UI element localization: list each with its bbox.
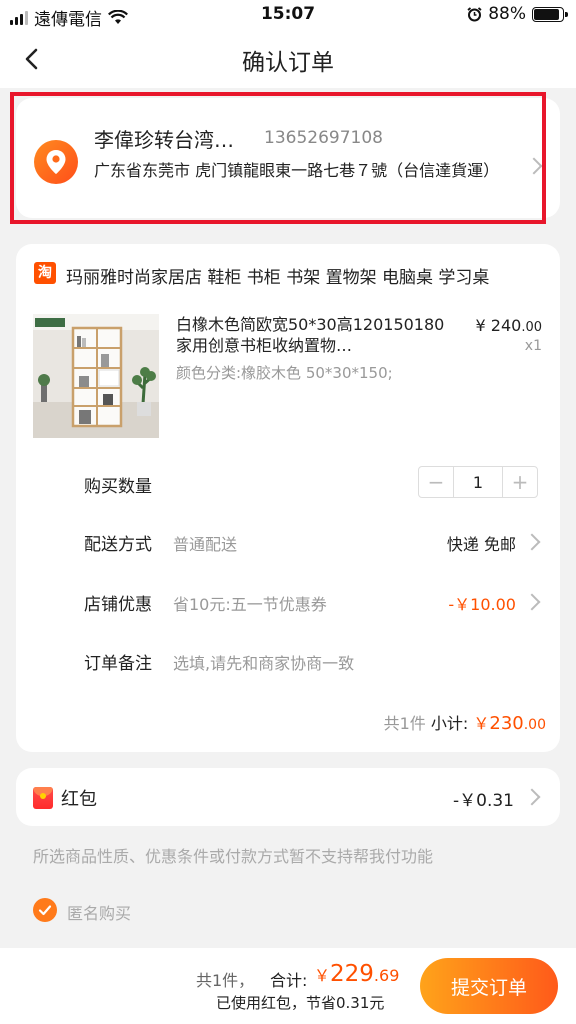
taobao-icon: 淘 [34,262,56,284]
subtotal-decimal: .00 [523,717,546,733]
product-quantity: x1 [524,338,542,354]
price-currency: ¥ [475,316,486,335]
chevron-right-icon [525,157,543,175]
recipient-phone: 13652697108 [264,128,383,148]
product-image[interactable] [33,314,159,438]
total-integer: 229 [330,961,374,987]
subtotal-label: 小计: [430,714,469,733]
delivery-method: 普通配送 [173,535,238,554]
remark-input[interactable]: 选填,请先和商家协商一致 [173,650,354,674]
increase-button[interactable]: + [503,467,537,497]
recipient-name: 李偉珍转台湾… [94,128,234,152]
coupon-description: 省10元:五一节优惠券 [173,595,327,614]
battery-percent: 88% [488,4,526,24]
alarm-icon [467,6,482,21]
red-packet-label: 红包 [61,789,97,810]
price-decimal: .00 [521,320,542,335]
subtotal: 共1件 小计: ￥230.00 [384,710,546,734]
subtotal-currency: ￥ [473,714,490,733]
status-bar: 遠傳電信 15:07 88% [0,0,576,30]
page-title: 确认订单 [242,50,334,76]
coupon-label: 店铺优惠 [84,595,152,615]
address-card[interactable]: 李偉珍转台湾… 13652697108 广东省东莞市 虎门镇龍眼東一路七巷７號（… [16,98,560,218]
subtotal-count: 共1件 [383,714,426,733]
anonymous-checkbox[interactable] [33,898,57,922]
savings-note: 已使用红包，节省0.31元 [216,994,385,1012]
product-price: ¥ 240.00 [475,316,542,335]
location-pin-icon [34,140,78,184]
battery-icon [532,6,568,22]
total-amount: ￥229.69 [314,961,399,987]
quantity-value[interactable]: 1 [453,467,503,497]
delivery-option: 快递 免邮 [446,535,516,554]
bookshelf-image [33,314,159,438]
anonymous-label: 匿名购买 [67,904,132,923]
nav-bar: 确认订单 [0,30,576,88]
red-packet-icon [33,787,53,809]
total-label: 合计: [270,971,308,990]
order-card: 淘 玛丽雅时尚家居店 鞋柜 书柜 书架 置物架 电脑桌 学习桌 白橡木色简欧宽5… [16,244,560,752]
status-right: 88% [467,4,568,24]
submit-order-button[interactable]: 提交订单 [420,958,558,1014]
red-packet-row[interactable]: 红包 -￥0.31 [16,768,560,826]
chevron-right-icon [523,593,541,611]
coupon-discount: -￥10.00 [448,595,516,614]
chevron-right-icon [523,788,541,806]
delivery-label: 配送方式 [84,535,152,555]
product-spec: 颜色分类:橡胶木色 50*30*150; [176,364,393,382]
shipping-address: 广东省东莞市 虎门镇龍眼東一路七巷７號（台信達貨運） [94,161,500,180]
payment-notice: 所选商品性质、优惠条件或付款方式暂不支持帮我付功能 [33,847,434,866]
quantity-label: 购买数量 [84,477,152,497]
total-currency: ￥ [314,966,331,985]
decrease-button[interactable]: − [419,467,453,497]
shop-name[interactable]: 玛丽雅时尚家居店 鞋柜 书柜 书架 置物架 电脑桌 学习桌 [66,263,489,288]
total-decimal: .69 [373,966,400,985]
subtotal-integer: 230 [489,713,524,734]
remark-label: 订单备注 [84,654,152,674]
quantity-stepper: − 1 + [418,466,538,498]
chevron-right-icon [523,533,541,551]
checkmark-icon [38,905,52,916]
red-packet-amount: -￥0.31 [453,791,514,811]
total-count: 共1件， [196,971,255,990]
bottom-bar: 共1件， 合计: ￥229.69 已使用红包，节省0.31元 提交订单 [0,948,576,1024]
price-integer: 240 [490,316,522,335]
product-title[interactable]: 白橡木色简欧宽50*30高120150180家用创意书柜收纳置物… [176,314,456,356]
